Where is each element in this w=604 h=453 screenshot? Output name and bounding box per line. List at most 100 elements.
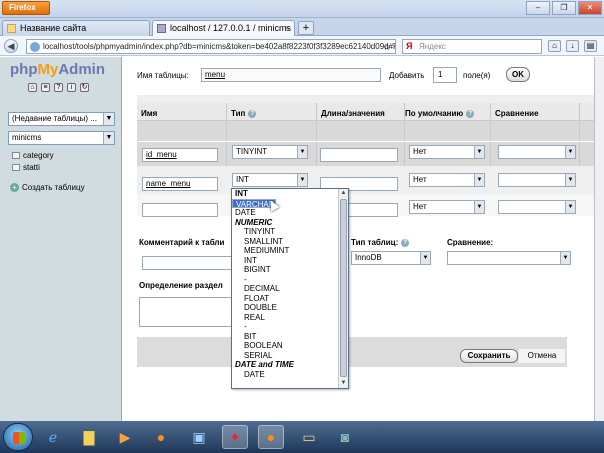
cancel-button[interactable]: Отмена xyxy=(519,349,565,363)
home-icon[interactable]: ⌂ xyxy=(548,40,561,52)
chevron-down-icon: ▼ xyxy=(103,113,114,125)
phpmyadmin-logo[interactable]: phpMyAdmin xyxy=(10,61,105,78)
firefox-icon[interactable]: ● xyxy=(258,425,284,449)
back-button[interactable]: ◀ xyxy=(4,39,18,53)
media-player-icon[interactable]: ▶ xyxy=(112,425,138,449)
ok-button[interactable]: OK xyxy=(506,67,530,82)
tab-site[interactable]: Название сайта xyxy=(2,20,150,36)
table-comment-input[interactable] xyxy=(142,256,234,270)
type-option[interactable]: - xyxy=(232,275,348,285)
type-option[interactable]: DATE xyxy=(232,208,348,218)
home-icon[interactable]: ⌂ xyxy=(28,83,37,92)
firefox-menu-button[interactable]: Firefox xyxy=(2,1,50,15)
type-option[interactable]: SMALLINT xyxy=(232,237,348,247)
field-name-input-2[interactable]: name_menu xyxy=(142,177,218,191)
col-header-length: Длина/значения xyxy=(321,109,385,118)
search-bar[interactable]: Я Яндекс xyxy=(402,39,542,54)
globe-icon xyxy=(30,42,40,52)
table-collation-select[interactable]: ▼ xyxy=(447,251,571,265)
reload-icon[interactable]: ↻ xyxy=(80,83,89,92)
minimize-button[interactable]: – xyxy=(526,1,550,15)
type-option[interactable]: FLOAT xyxy=(232,294,348,304)
field-collation-select-1[interactable]: ▼ xyxy=(498,145,576,159)
table-link-statti[interactable]: statti xyxy=(12,163,40,172)
field-default-select-3[interactable]: Нет ▼ xyxy=(409,200,485,214)
partition-textarea[interactable] xyxy=(139,297,234,327)
recent-tables-select[interactable]: (Недавние таблицы) ... ▼ xyxy=(8,112,115,126)
logo-php: php xyxy=(10,61,38,78)
maximize-button[interactable]: ❐ xyxy=(552,1,576,15)
tab-label: localhost / 127.0.0.1 / minicms | php... xyxy=(170,23,294,33)
type-option[interactable]: DATE xyxy=(232,370,348,380)
field-collation-select-2[interactable]: ▼ xyxy=(498,173,576,187)
field-length-input-1[interactable] xyxy=(320,148,398,162)
scroll-down-icon[interactable]: ▼ xyxy=(339,379,348,388)
field-name-input-1[interactable]: id_menu xyxy=(142,148,218,162)
addons-icon[interactable]: ▤ xyxy=(584,40,597,52)
save-button[interactable]: Сохранить xyxy=(460,349,518,363)
chevron-down-icon: ▼ xyxy=(474,146,484,158)
type-dropdown-list[interactable]: INTVARCHARTEXTDATENUMERICTINYINTSMALLINT… xyxy=(231,188,349,389)
create-table-link[interactable]: + Создать таблицу xyxy=(10,183,85,192)
type-option[interactable]: DOUBLE xyxy=(232,303,348,313)
start-button[interactable] xyxy=(3,423,33,451)
close-window-button[interactable]: ✕ xyxy=(578,1,602,15)
field-default-select-1[interactable]: Нет ▼ xyxy=(409,145,485,159)
table-link-category[interactable]: category xyxy=(12,151,54,160)
type-option[interactable]: INT xyxy=(232,256,348,266)
firefox-icon[interactable]: ● xyxy=(148,425,174,449)
scroll-up-icon[interactable]: ▲ xyxy=(339,189,348,198)
help-icon[interactable]: ? xyxy=(401,238,410,247)
field-name-input-3[interactable] xyxy=(142,203,218,217)
type-option[interactable]: BIT xyxy=(232,332,348,342)
type-option[interactable]: REAL xyxy=(232,313,348,323)
type-option[interactable]: MEDIUMINT xyxy=(232,246,348,256)
pma-navigation-frame: phpMyAdmin ⌂ ≡ ? i ↻ (Недавние таблицы) … xyxy=(0,57,122,421)
field-name-value: name_menu xyxy=(146,179,191,188)
type-option[interactable]: DECIMAL xyxy=(232,284,348,294)
field-collation-select-3[interactable]: ▼ xyxy=(498,200,576,214)
notes-icon[interactable]: ▭ xyxy=(296,425,322,449)
camera-icon[interactable]: ◙ xyxy=(332,425,358,449)
url-bar[interactable]: localhost/tools/phpmyadmin/index.php?db=… xyxy=(26,39,396,54)
field-default-value: Нет xyxy=(413,175,427,184)
folder-icon[interactable]: ▇ xyxy=(76,425,102,449)
image-viewer-icon[interactable]: ▣ xyxy=(186,425,212,449)
field-name-value: id_menu xyxy=(146,150,177,159)
type-option[interactable]: TINYINT xyxy=(232,227,348,237)
close-tab-icon[interactable]: × xyxy=(285,21,290,36)
dropdown-scrollbar[interactable]: ▲ ▼ xyxy=(338,189,348,388)
ie-icon[interactable]: ℯ xyxy=(40,425,66,449)
star-icon[interactable]: ☆ xyxy=(382,42,392,52)
type-options: INTVARCHARTEXTDATENUMERICTINYINTSMALLINT… xyxy=(232,189,348,379)
help-icon[interactable]: ? xyxy=(466,109,475,118)
field-default-select-2[interactable]: Нет ▼ xyxy=(409,173,485,187)
type-option[interactable]: BOOLEAN xyxy=(232,341,348,351)
page-scrollbar[interactable] xyxy=(594,57,604,421)
table-name-input[interactable]: menu xyxy=(201,68,381,82)
type-option[interactable]: INT xyxy=(232,189,348,199)
type-option[interactable]: BIGINT xyxy=(232,265,348,275)
navigation-bar: ◀ localhost/tools/phpmyadmin/index.php?d… xyxy=(0,36,604,56)
field-type-select-1[interactable]: TINYINT ▼ xyxy=(232,145,308,159)
sql-query-icon[interactable]: ≡ xyxy=(41,83,50,92)
page-favicon-icon xyxy=(7,24,16,34)
field-type-value: INT xyxy=(236,175,249,184)
table-type-select[interactable]: InnoDB ▼ xyxy=(351,251,431,265)
scroll-thumb[interactable] xyxy=(340,199,347,377)
type-option[interactable]: - xyxy=(232,322,348,332)
flash-icon[interactable]: ✦ xyxy=(222,425,248,449)
field-type-select-2[interactable]: INT ▼ xyxy=(232,173,308,187)
new-tab-button[interactable]: + xyxy=(298,21,314,35)
database-value: minicms xyxy=(12,133,42,142)
downloads-icon[interactable]: ↓ xyxy=(566,40,579,52)
help-icon[interactable]: ? xyxy=(54,83,63,92)
type-option[interactable]: SERIAL xyxy=(232,351,348,361)
docs-icon[interactable]: i xyxy=(67,83,76,92)
database-select[interactable]: minicms ▼ xyxy=(8,131,115,145)
field-type-value: TINYINT xyxy=(236,147,268,156)
add-fields-count-input[interactable]: 1 xyxy=(433,67,457,83)
tab-phpmyadmin[interactable]: localhost / 127.0.0.1 / minicms | php...… xyxy=(152,20,295,37)
chevron-down-icon: ▼ xyxy=(565,201,575,213)
help-icon[interactable]: ? xyxy=(248,109,257,118)
